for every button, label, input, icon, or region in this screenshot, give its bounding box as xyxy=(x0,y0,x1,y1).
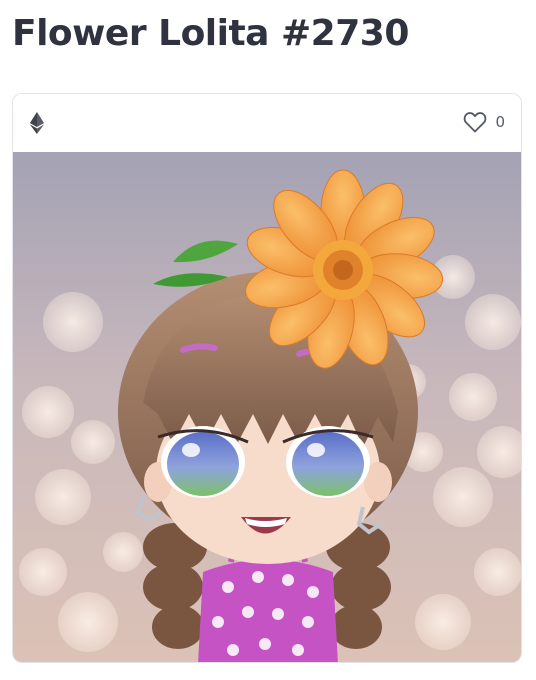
nft-artwork-image[interactable] xyxy=(13,152,522,663)
heart-icon xyxy=(464,112,487,133)
card-header: 0 xyxy=(13,94,521,152)
favorite-count: 0 xyxy=(495,113,505,131)
nft-detail-page: Flower Lolita #2730 0 xyxy=(0,0,536,680)
ethereum-icon xyxy=(30,112,44,134)
page-title: Flower Lolita #2730 xyxy=(12,13,409,54)
favorite-button[interactable]: 0 xyxy=(463,110,505,134)
nft-card: 0 xyxy=(12,93,522,663)
